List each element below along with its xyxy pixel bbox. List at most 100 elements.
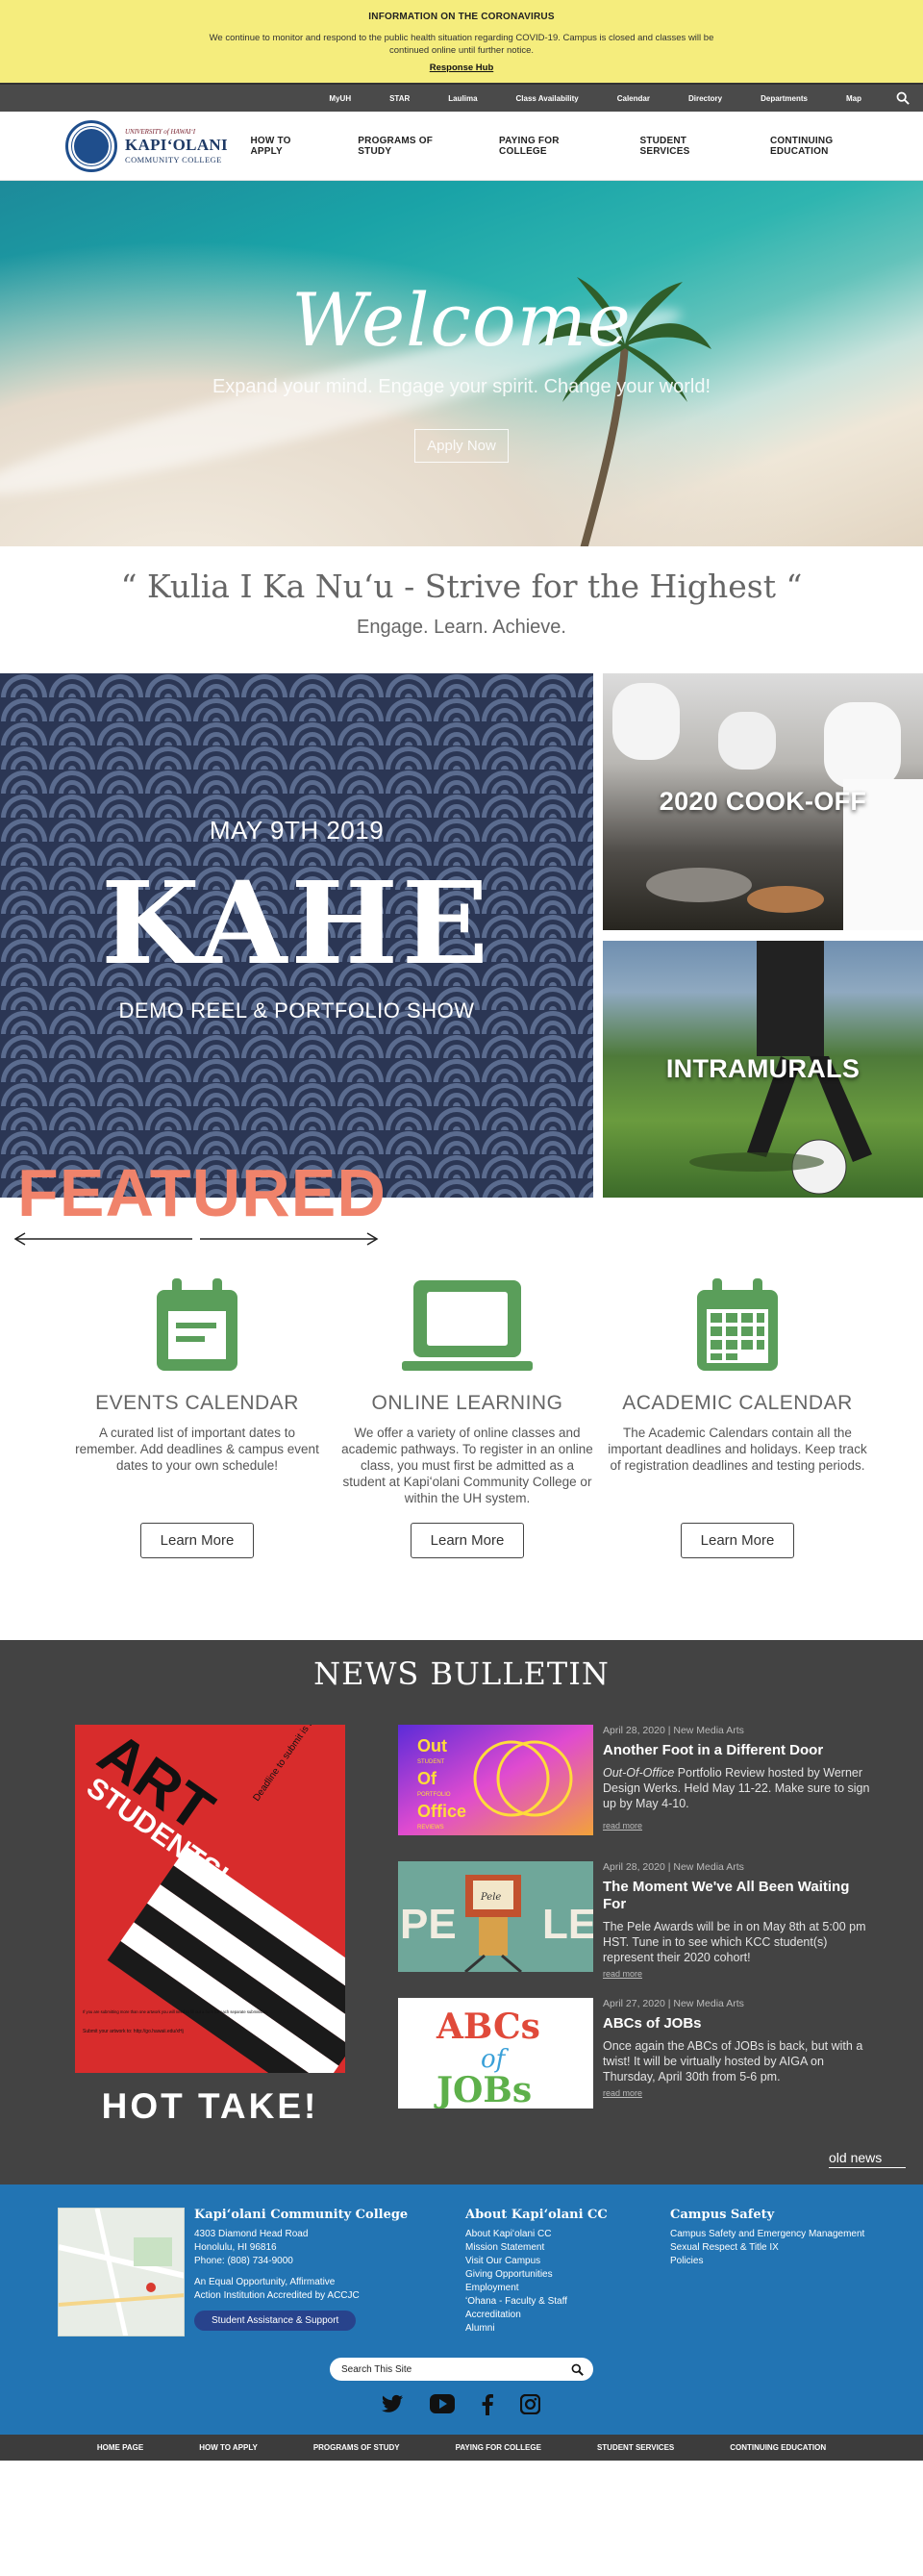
news-meta: April 28, 2020 | New Media Arts (603, 1861, 744, 1873)
footer-link-giving[interactable]: Giving Opportunities (465, 2268, 608, 2282)
footer-link-accreditation[interactable]: Accreditation (465, 2309, 608, 2322)
footer-search-input[interactable]: Search This Site (330, 2358, 593, 2381)
alert-message: We continue to monitor and respond to th… (209, 33, 714, 56)
news-title-link[interactable]: The Moment We've All Been Waiting For (603, 1879, 849, 1912)
response-hub-link[interactable]: Response Hub (430, 63, 494, 73)
bottom-nav-student-services[interactable]: STUDENT SERVICES (597, 2443, 674, 2452)
bottom-nav-home[interactable]: HOME PAGE (97, 2443, 143, 2452)
intramurals-tile[interactable]: INTRAMURALS (603, 941, 923, 1198)
utility-link-myuh[interactable]: MyUH (329, 94, 351, 103)
utility-link-laulima[interactable]: Laulima (448, 94, 477, 103)
news-title-link[interactable]: ABCs of JOBs (603, 2015, 702, 2032)
facebook-icon[interactable] (482, 2394, 493, 2420)
footer-eo-1: An Equal Opportunity, Affirmative (194, 2277, 336, 2287)
arrow-right-icon (829, 2167, 906, 2168)
campus-map[interactable] (58, 2208, 185, 2336)
student-assistance-button[interactable]: Student Assistance & Support (194, 2311, 357, 2331)
thumb-le: LE (542, 1901, 593, 1948)
footer-search-placeholder: Search This Site (341, 2363, 412, 2375)
old-news-link[interactable]: old news (829, 2150, 906, 2168)
footer-about-title: About Kapiʻolani CC (465, 2208, 608, 2222)
art-students-poster[interactable]: ART STUDENTS! Deadline to submit is Dece… (75, 1725, 345, 2073)
thumb-reviews: REVIEWS (417, 1825, 444, 1831)
news-title[interactable]: Another Foot in a Different Door (603, 1742, 872, 1759)
news-heading: NEWS BULLETIN (313, 1655, 610, 1692)
events-calendar-title: EVENTS CALENDAR (95, 1392, 299, 1414)
online-learning-learn-more-button[interactable]: Learn More (410, 1523, 525, 1558)
news-thumbnail-out-of-office[interactable]: Out STUDENT Of PORTFOLIO Office REVIEWS (398, 1725, 593, 1835)
footer-address-1: 4303 Diamond Head Road (194, 2229, 309, 2239)
instagram-icon[interactable] (519, 2393, 541, 2420)
read-more-link[interactable]: read more (603, 1969, 642, 1979)
hot-take-label: HOT TAKE! (101, 2086, 319, 2126)
featured-grid: MAY 9TH 2019 KAHE DEMO REEL & PORTFOLIO … (0, 673, 923, 1246)
bottom-nav-programs[interactable]: PROGRAMS OF STUDY (313, 2443, 400, 2452)
motto-subtitle: Engage. Learn. Achieve. (357, 617, 566, 638)
thumb-jobs: JOBs (434, 2070, 532, 2109)
search-icon[interactable] (896, 91, 910, 105)
apply-now-button[interactable]: Apply Now (414, 429, 509, 463)
news-thumbnail-abcs[interactable]: ABCs of JOBs (398, 1998, 593, 2109)
nav-student-services[interactable]: STUDENT SERVICES (639, 136, 733, 157)
kahe-feature-tile[interactable]: MAY 9TH 2019 KAHE DEMO REEL & PORTFOLIO … (0, 673, 593, 1198)
news-title[interactable]: ABCs of JOBs (603, 2015, 872, 2033)
abcs-of-jobs-image: ABCs of JOBs (398, 1998, 593, 2109)
online-learning-desc: We offer a variety of online classes and… (341, 1426, 593, 1505)
twitter-icon[interactable] (382, 2394, 403, 2420)
utility-nav: MyUH STAR Laulima Class Availability Cal… (0, 83, 923, 112)
footer-link-title-ix[interactable]: Sexual Respect & Title IX (670, 2241, 864, 2255)
nav-paying-for-college[interactable]: PAYING FOR COLLEGE (499, 136, 602, 157)
college-logo[interactable]: UNIVERSITY of HAWAIʻI KAPIʻOLANI COMMUNI… (65, 119, 238, 172)
bottom-nav-how-to-apply[interactable]: HOW TO APPLY (199, 2443, 258, 2452)
social-links (368, 2393, 554, 2420)
search-icon[interactable] (571, 2363, 584, 2376)
news-desc-emphasis: Out-Of-Office (603, 1766, 675, 1780)
services-section: EVENTS CALENDAR A curated list of import… (0, 1198, 923, 1640)
out-of-office-image: Out STUDENT Of PORTFOLIO Office REVIEWS (398, 1725, 593, 1835)
youtube-icon[interactable] (430, 2394, 455, 2420)
footer-link-policies[interactable]: Policies (670, 2255, 864, 2268)
main-header: UNIVERSITY of HAWAIʻI KAPIʻOLANI COMMUNI… (0, 112, 923, 181)
site-footer: Kapiʻolani Community College 4303 Diamon… (0, 2185, 923, 2435)
utility-link-departments[interactable]: Departments (761, 94, 808, 103)
nav-how-to-apply[interactable]: HOW TO APPLY (250, 136, 320, 157)
utility-link-directory[interactable]: Directory (688, 94, 722, 103)
news-meta: April 27, 2020 | New Media Arts (603, 1998, 744, 2009)
utility-link-star[interactable]: STAR (389, 94, 410, 103)
bottom-nav: HOME PAGE HOW TO APPLY PROGRAMS OF STUDY… (0, 2435, 923, 2461)
news-title[interactable]: The Moment We've All Been Waiting For (603, 1879, 872, 1913)
footer-link-about[interactable]: About Kapiʻolani CC (465, 2228, 608, 2241)
bottom-nav-paying[interactable]: PAYING FOR COLLEGE (456, 2443, 541, 2452)
footer-link-alumni[interactable]: Alumni (465, 2322, 608, 2336)
footer-link-campus-safety[interactable]: Campus Safety and Emergency Management (670, 2228, 864, 2241)
bottom-nav-continuing-ed[interactable]: CONTINUING EDUCATION (730, 2443, 826, 2452)
coronavirus-alert: INFORMATION ON THE CORONAVIRUS We contin… (0, 0, 923, 83)
old-news-label: old news (829, 2150, 883, 2165)
arrow-left-icon[interactable] (13, 1232, 192, 1246)
news-title-link[interactable]: Another Foot in a Different Door (603, 1742, 823, 1758)
laptop-icon (402, 1280, 533, 1371)
academic-calendar-learn-more-button[interactable]: Learn More (680, 1523, 795, 1558)
read-more-link[interactable]: read more (603, 1821, 642, 1831)
map-image (59, 2209, 184, 2336)
footer-link-visit[interactable]: Visit Our Campus (465, 2255, 608, 2268)
utility-link-map[interactable]: Map (846, 94, 861, 103)
footer-link-ohana[interactable]: ʻOhana - Faculty & Staff (465, 2295, 608, 2309)
hero-title: Welcome (291, 277, 632, 363)
events-calendar-card: EVENTS CALENDAR A curated list of import… (67, 1273, 327, 1640)
events-calendar-learn-more-button[interactable]: Learn More (139, 1523, 255, 1558)
utility-link-class-availability[interactable]: Class Availability (516, 94, 579, 103)
utility-link-calendar[interactable]: Calendar (617, 94, 650, 103)
news-desc: Out-Of-Office Portfolio Review hosted by… (603, 1765, 877, 1811)
news-thumbnail-pele[interactable]: PE LE Pele (398, 1861, 593, 1972)
read-more-link[interactable]: read more (603, 2088, 642, 2098)
events-calendar-desc: A curated list of important dates to rem… (75, 1426, 319, 1473)
nav-programs-of-study[interactable]: PROGRAMS OF STUDY (358, 136, 462, 157)
cook-off-tile[interactable]: 2020 COOK-OFF (603, 673, 923, 930)
nav-continuing-education[interactable]: CONTINUING EDUCATION (770, 136, 886, 157)
footer-link-mission[interactable]: Mission Statement (465, 2241, 608, 2255)
calendar-grid-icon (697, 1278, 778, 1371)
footer-link-employment[interactable]: Employment (465, 2282, 608, 2295)
arrow-right-icon[interactable] (200, 1232, 379, 1246)
footer-eo-2: Action Institution Accredited by ACCJC (194, 2290, 360, 2301)
